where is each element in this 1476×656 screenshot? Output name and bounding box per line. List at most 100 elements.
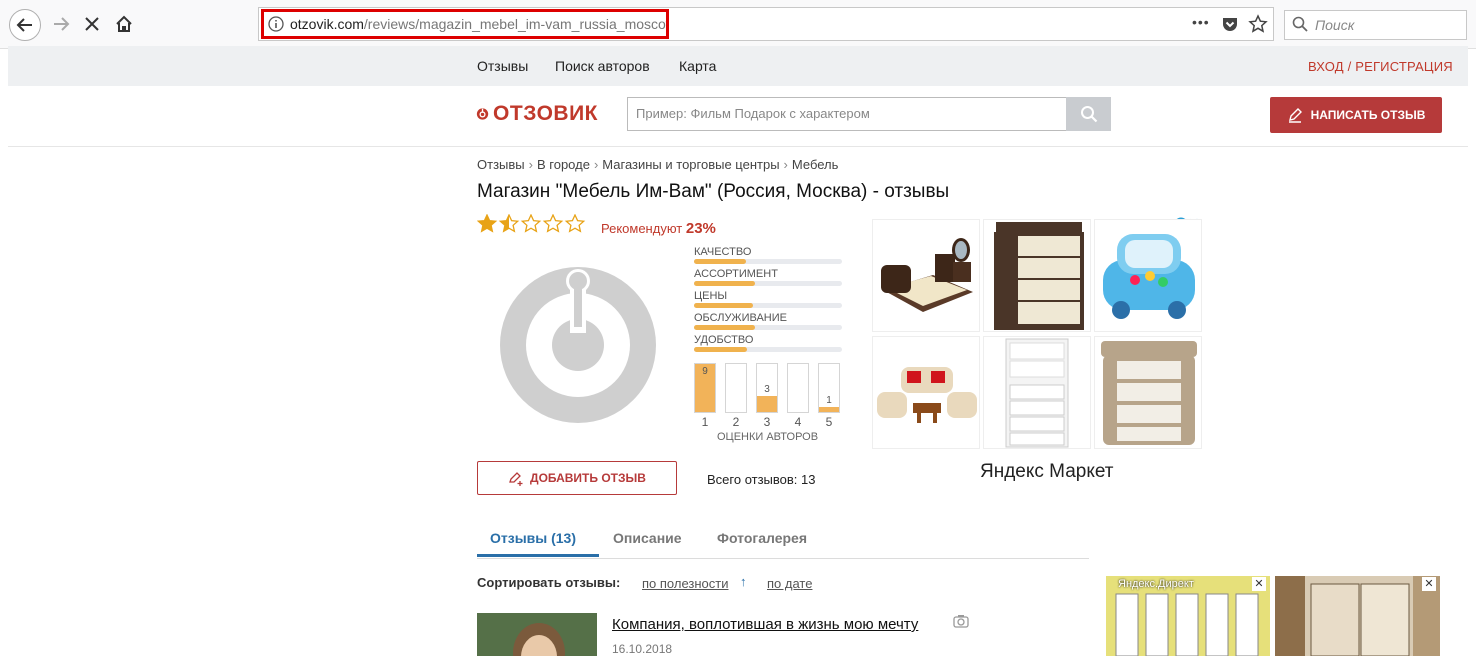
- breadcrumb-item[interactable]: Отзывы: [477, 157, 525, 172]
- yandex-market-label[interactable]: Яндекс Маркет: [980, 461, 1114, 483]
- breadcrumb-item[interactable]: Мебель: [792, 157, 839, 172]
- criterion-label: КАЧЕСТВО: [694, 246, 752, 258]
- search-icon: [1292, 16, 1308, 37]
- breadcrumb: Отзывы › В городе › Магазины и торговые цент…: [477, 157, 838, 172]
- criterion-bar: [694, 281, 842, 286]
- tab-reviews[interactable]: Отзывы (13): [490, 530, 576, 546]
- close-icon: [85, 17, 99, 31]
- pocket-icon[interactable]: [1221, 15, 1239, 38]
- criterion-bar-fill: [694, 347, 748, 352]
- stop-button[interactable]: [77, 9, 107, 39]
- total-reviews: Всего отзывов: 13: [707, 472, 816, 487]
- histogram-bar: 3: [756, 363, 778, 413]
- url-domain: otzovik.com: [290, 16, 364, 32]
- histogram-score-label: 2: [732, 415, 740, 429]
- write-review-button[interactable]: НАПИСАТЬ ОТЗЫВ: [1270, 97, 1442, 133]
- sort-arrow-up-icon: ↑: [740, 574, 747, 589]
- histogram-bar: [787, 363, 809, 413]
- criterion-bar-fill: [694, 303, 754, 308]
- criterion-bar-fill: [694, 259, 746, 264]
- site-search-input[interactable]: Пример: Фильм Подарок с характером: [627, 97, 1067, 131]
- review-title-link[interactable]: Компания, воплотившая в жизнь мою мечту: [612, 616, 918, 633]
- site-search-button[interactable]: [1066, 97, 1111, 131]
- ad-product-dresser[interactable]: [983, 219, 1091, 332]
- criterion-bar: [694, 259, 842, 264]
- reviewer-avatar[interactable]: [477, 613, 597, 656]
- home-button[interactable]: [109, 9, 139, 39]
- recommend-label: Рекомендуют: [601, 221, 683, 236]
- criterion-label: ЦЕНЫ: [694, 290, 728, 302]
- histogram-bar: [725, 363, 747, 413]
- histogram-count: 3: [764, 383, 770, 395]
- ad-product-sofa-set[interactable]: [872, 336, 980, 449]
- recommend-value: 23%: [685, 220, 716, 237]
- site-top-nav: [8, 46, 1468, 86]
- back-button[interactable]: [9, 9, 41, 41]
- criterion-bar: [694, 325, 842, 330]
- review-date: 16.10.2018: [612, 642, 673, 656]
- criterion-label: ОБСЛУЖИВАНИЕ: [694, 312, 787, 324]
- add-review-button[interactable]: ДОБАВИТЬ ОТЗЫВ: [477, 461, 677, 495]
- write-review-label: НАПИСАТЬ ОТЗЫВ: [1310, 108, 1426, 122]
- add-review-label: ДОБАВИТЬ ОТЗЫВ: [530, 471, 646, 485]
- ad-banner-wardrobe-room[interactable]: [1275, 576, 1440, 656]
- criterion-bar-fill: [694, 325, 755, 330]
- histogram-bar-fill: [819, 406, 839, 412]
- url-text[interactable]: otzovik.com/reviews/magazin_mebel_im-vam…: [261, 9, 669, 39]
- ad-close-icon[interactable]: ✕: [1252, 577, 1266, 591]
- histogram-score-label: 5: [825, 415, 833, 429]
- sort-by-date[interactable]: по дате: [767, 576, 812, 591]
- ad-close-icon[interactable]: ✕: [1422, 577, 1436, 591]
- histogram-count: 9: [702, 366, 708, 377]
- yandex-market-text: Яндекс Маркет: [980, 461, 1114, 482]
- criterion-bar: [694, 303, 842, 308]
- tab-gallery[interactable]: Фотогалерея: [717, 530, 807, 546]
- histogram-count: 1: [826, 394, 832, 406]
- rating-stars: [476, 213, 587, 242]
- sort-by-usefulness[interactable]: по полезности: [642, 576, 728, 591]
- criterion-label: УДОБСТВО: [694, 334, 754, 346]
- nav-link-reviews[interactable]: Отзывы: [477, 58, 528, 74]
- nav-link-author-search[interactable]: Поиск авторов: [555, 58, 650, 74]
- breadcrumb-separator: ›: [528, 157, 533, 172]
- header-divider: [8, 146, 1468, 147]
- histogram-bar-fill: [757, 395, 777, 412]
- sort-label: Сортировать отзывы:: [477, 575, 621, 590]
- arrow-left-icon: [16, 18, 32, 32]
- active-tab-indicator: [477, 554, 599, 557]
- forward-button[interactable]: [46, 9, 76, 39]
- histogram-caption: ОЦЕНКИ АВТОРОВ: [717, 431, 819, 443]
- browser-search-input[interactable]: Поиск: [1284, 10, 1467, 40]
- criterion-bar-fill: [694, 281, 755, 286]
- logo-text: ОТЗОВИК: [493, 102, 598, 125]
- arrow-right-icon: [54, 17, 70, 31]
- nav-link-map[interactable]: Карта: [679, 58, 716, 74]
- ad-product-changing-table[interactable]: [1094, 336, 1202, 449]
- camera-icon: [953, 614, 969, 633]
- histogram-score-label: 4: [794, 415, 802, 429]
- breadcrumb-separator: ›: [783, 157, 788, 172]
- yandex-direct-label: Яндекс.Директ: [1118, 578, 1194, 590]
- bookmark-star-icon[interactable]: [1248, 14, 1268, 39]
- star-rating-icon: [476, 213, 586, 233]
- criterion-bar: [694, 347, 842, 352]
- url-path: /reviews/magazin_mebel_im-vam_russia_mos…: [363, 16, 669, 32]
- breadcrumb-separator: ›: [593, 157, 599, 172]
- search-icon: [1080, 106, 1097, 123]
- home-icon: [116, 15, 132, 32]
- breadcrumb-item[interactable]: Магазины и торговые центры: [602, 157, 779, 172]
- histogram-score-label: 1: [701, 415, 709, 429]
- histogram-bar: 1: [818, 363, 840, 413]
- ad-product-toy-car[interactable]: [1094, 219, 1202, 332]
- ad-product-shelf-cabinet[interactable]: [983, 336, 1091, 449]
- company-logo-placeholder: [500, 267, 656, 428]
- login-register-link[interactable]: ВХОД / РЕГИСТРАЦИЯ: [1308, 59, 1453, 74]
- ad-product-bed[interactable]: [872, 219, 980, 332]
- site-logo[interactable]: ОТЗОВИК: [476, 97, 598, 131]
- breadcrumb-item[interactable]: В городе: [537, 157, 590, 172]
- logo-mark-icon: [476, 108, 489, 120]
- recommend-rate: Рекомендуют 23%: [601, 220, 716, 237]
- pencil-plus-icon: [509, 472, 523, 486]
- tab-description[interactable]: Описание: [613, 530, 682, 546]
- page-actions-menu[interactable]: •••: [1192, 14, 1210, 30]
